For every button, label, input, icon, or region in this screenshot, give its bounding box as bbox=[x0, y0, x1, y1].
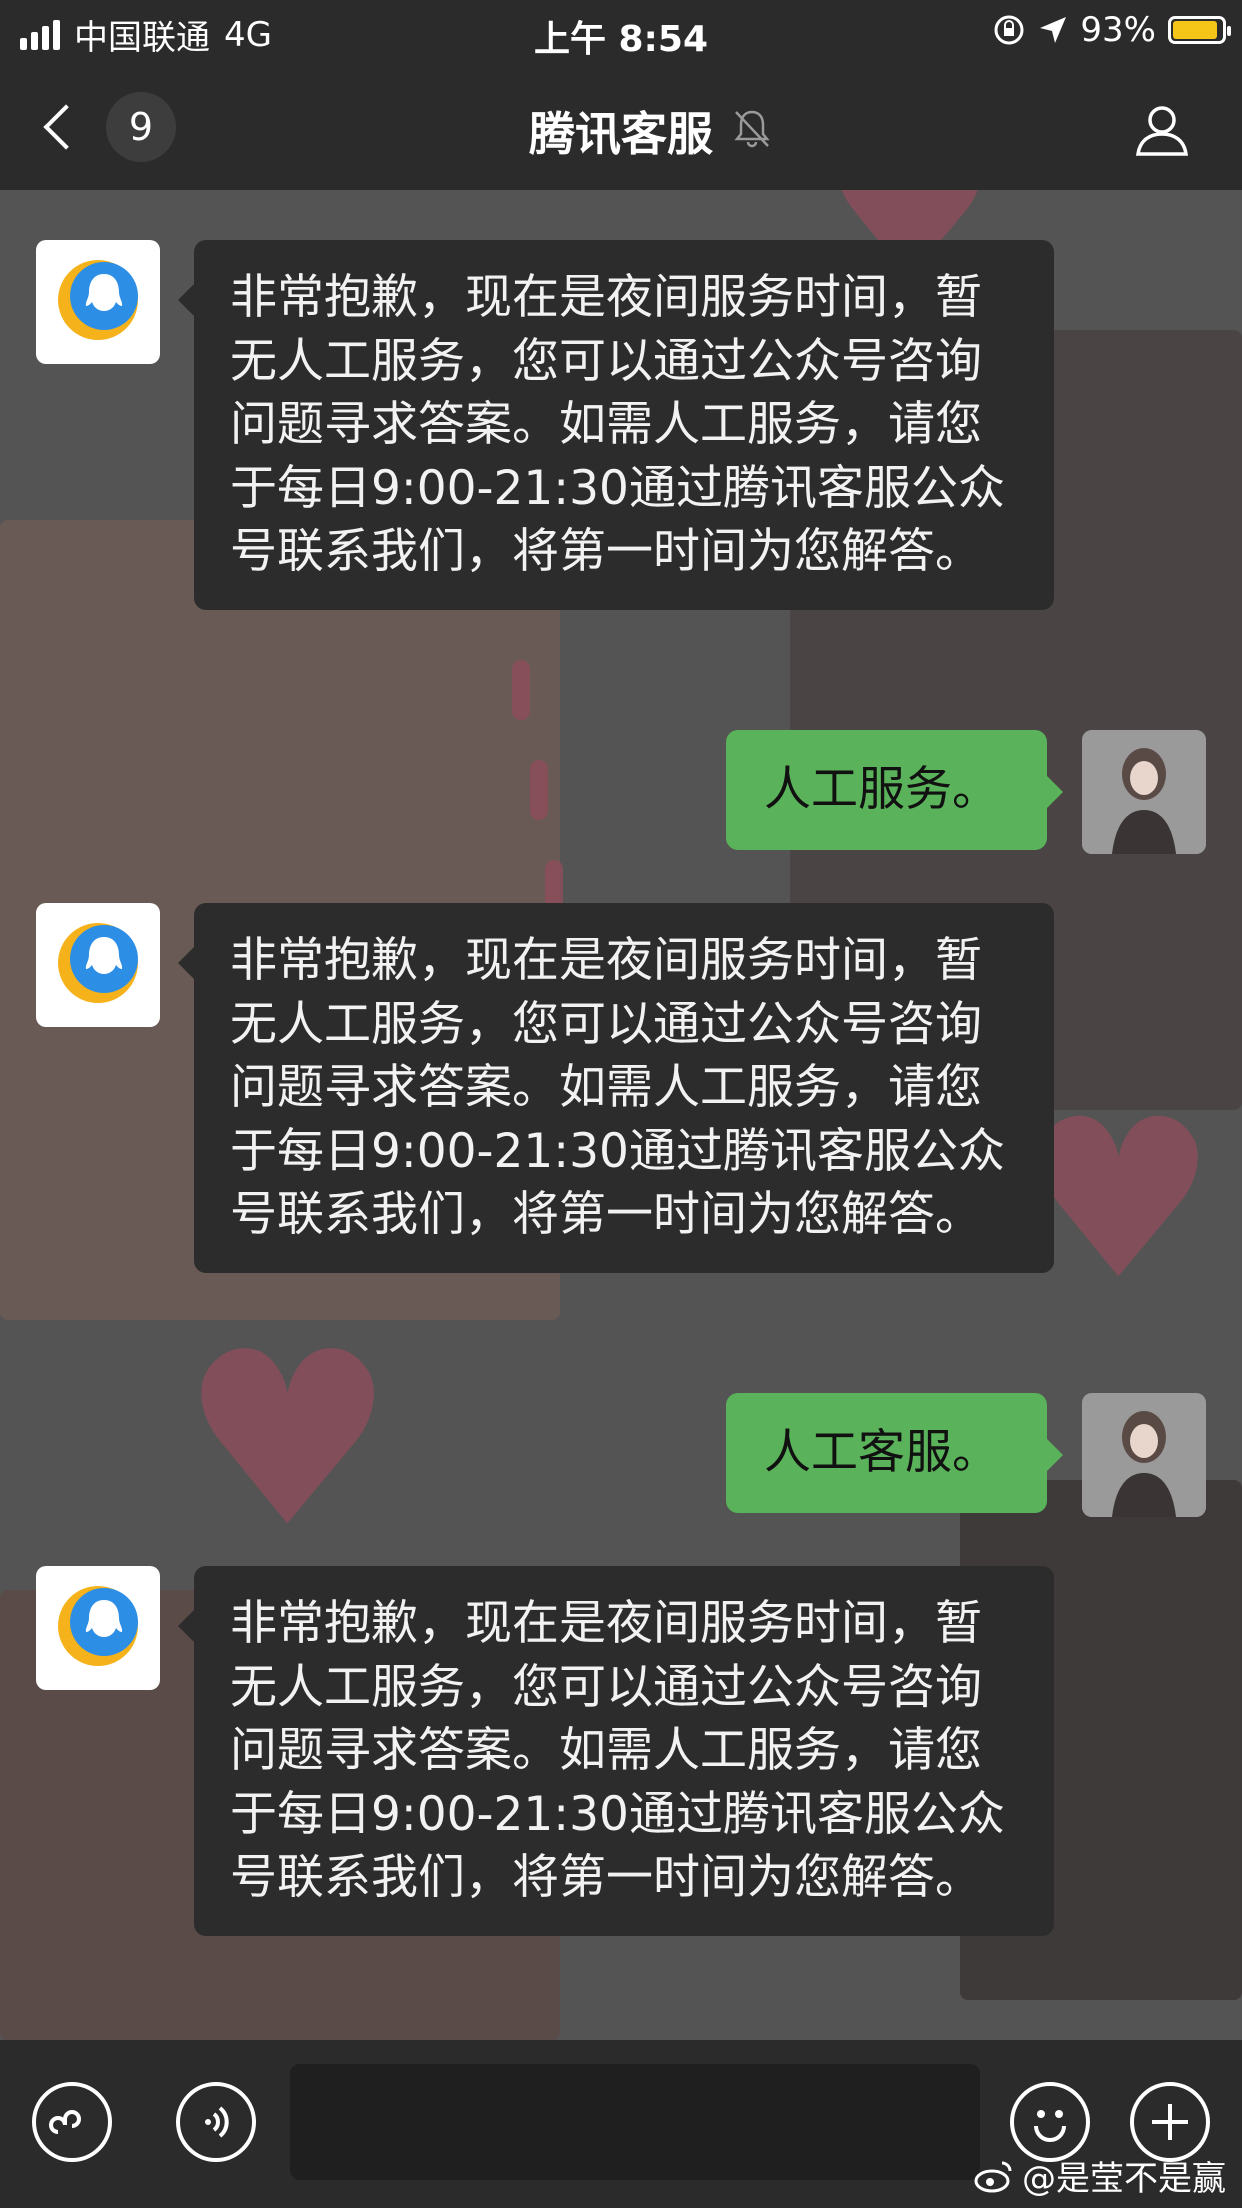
voice-icon bbox=[205, 2106, 229, 2138]
mini-program-button[interactable] bbox=[32, 2082, 112, 2162]
outgoing-message-bubble[interactable]: 人工服务。 bbox=[726, 730, 1063, 850]
nav-bar: 9 腾讯客服 bbox=[0, 64, 1242, 190]
watermark: @是莹不是赢 bbox=[974, 2151, 1226, 2200]
status-bar: 中国联通 4G 上午 8:54 93% bbox=[0, 0, 1242, 64]
incoming-message-bubble[interactable]: 非常抱歉，现在是夜间服务时间，暂无人工服务，您可以通过公众号咨询问题寻求答案。如… bbox=[178, 903, 1054, 1273]
weibo-icon bbox=[974, 2161, 1012, 2192]
emoji-button[interactable] bbox=[1010, 2082, 1090, 2162]
mini-program-icon bbox=[49, 2110, 81, 2134]
message-input[interactable] bbox=[290, 2064, 980, 2180]
location-arrow-icon bbox=[1040, 17, 1067, 43]
plus-icon bbox=[1152, 2104, 1188, 2140]
battery-icon bbox=[1168, 16, 1231, 44]
qq-customer-service-logo-icon bbox=[58, 1586, 138, 1666]
input-bar: @是莹不是赢 bbox=[0, 2040, 1242, 2208]
user-photo-icon bbox=[1082, 730, 1206, 854]
chat-title: 腾讯客服 bbox=[529, 107, 713, 161]
incoming-message-bubble[interactable]: 非常抱歉，现在是夜间服务时间，暂无人工服务，您可以通过公众号咨询问题寻求答案。如… bbox=[178, 240, 1054, 610]
voice-button[interactable] bbox=[176, 2082, 256, 2162]
rotation-lock-icon bbox=[994, 15, 1024, 45]
user-avatar[interactable] bbox=[1082, 730, 1206, 854]
more-button[interactable] bbox=[1130, 2082, 1210, 2162]
wallpaper-dash bbox=[512, 660, 530, 720]
heart-icon: ♥ bbox=[180, 1300, 396, 1580]
watermark-text: @是莹不是赢 bbox=[1022, 2159, 1226, 2199]
incoming-message-bubble[interactable]: 非常抱歉，现在是夜间服务时间，暂无人工服务，您可以通过公众号咨询问题寻求答案。如… bbox=[178, 1566, 1054, 1936]
status-right: 93% bbox=[992, 10, 1231, 50]
service-avatar[interactable] bbox=[36, 1566, 160, 1690]
user-photo-icon bbox=[1082, 1393, 1206, 1517]
service-avatar[interactable] bbox=[36, 240, 160, 364]
contact-person-icon[interactable] bbox=[1132, 100, 1192, 160]
outgoing-message-bubble[interactable]: 人工客服。 bbox=[726, 1393, 1063, 1513]
emoji-icon bbox=[1034, 2110, 1066, 2142]
bell-muted-icon bbox=[734, 110, 770, 148]
user-avatar[interactable] bbox=[1082, 1393, 1206, 1517]
battery-percent: 93% bbox=[1080, 10, 1156, 50]
wallpaper-dash bbox=[530, 760, 548, 820]
service-avatar[interactable] bbox=[36, 903, 160, 1027]
battery-level bbox=[1173, 21, 1218, 39]
qq-customer-service-logo-icon bbox=[58, 260, 138, 340]
qq-customer-service-logo-icon bbox=[58, 923, 138, 1003]
